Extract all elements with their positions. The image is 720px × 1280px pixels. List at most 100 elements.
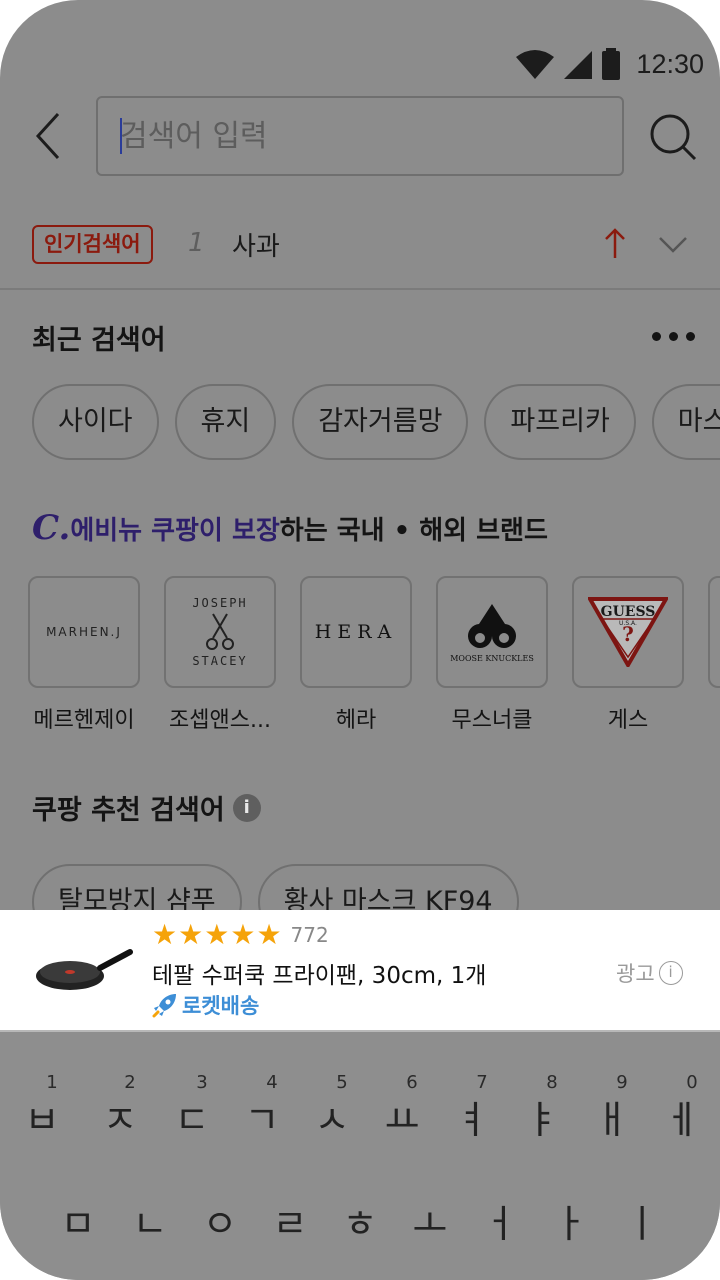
key-number-hint: 4: [266, 1072, 278, 1093]
brand-name: 헤라: [335, 708, 377, 733]
key-number-hint: 3: [196, 1072, 208, 1093]
brand-list: MARHEN.J 메르헨제이 JOSEPH STACEY 조셉앤스... HER…: [28, 576, 720, 734]
star-icon: ★: [230, 918, 256, 951]
scissors-icon: [206, 613, 234, 650]
recent-search-chip[interactable]: 휴지: [174, 384, 277, 460]
key-label: ㅈ: [102, 1098, 138, 1142]
c-avenue-logo: C.: [32, 508, 71, 548]
frying-pan-image: [36, 949, 133, 990]
ad-info-icon[interactable]: i: [658, 961, 683, 985]
info-icon[interactable]: i: [232, 793, 261, 822]
trending-rank: 1: [188, 228, 205, 258]
keyboard-key[interactable]: 6ㅛ: [372, 1072, 432, 1140]
recent-searches-title: 최근 검색어: [32, 325, 166, 356]
search-input[interactable]: [98, 98, 622, 174]
keyboard-key[interactable]: ㅓ: [470, 1204, 530, 1244]
brand-logo-moose-knuckles: MOOSE KNUCKLES: [436, 576, 548, 688]
brand-logo-joseph-stacey: JOSEPH STACEY: [164, 576, 276, 688]
keyboard-key[interactable]: ㄴ: [120, 1204, 180, 1244]
key-label: ㅗ: [412, 1202, 448, 1246]
keyboard-key[interactable]: 9ㅐ: [582, 1072, 642, 1140]
key-label: ㅑ: [524, 1098, 560, 1142]
keyboard-key[interactable]: ㅗ: [400, 1204, 460, 1244]
status-time: 12:30: [636, 48, 704, 79]
recent-search-chip[interactable]: 감자거름망: [292, 384, 469, 460]
keyboard-key[interactable]: ㅇ: [190, 1204, 250, 1244]
key-label: ㅕ: [454, 1098, 490, 1142]
ad-label[interactable]: 광고 i: [616, 958, 683, 988]
key-label: ㅎ: [342, 1202, 378, 1246]
key-label: ㄷ: [174, 1098, 210, 1142]
text-cursor: [120, 118, 122, 154]
section-divider: [0, 288, 720, 290]
chevron-down-icon[interactable]: [656, 226, 690, 262]
brand-name: 메르헨제이: [33, 708, 135, 733]
key-number-hint: 0: [686, 1072, 698, 1093]
recent-search-chip[interactable]: 마스크: [651, 384, 720, 460]
rating-count: 772: [290, 923, 329, 947]
search-icon[interactable]: [648, 112, 698, 162]
keyboard-key[interactable]: ㅎ: [330, 1204, 390, 1244]
keyboard-key[interactable]: ㅏ: [540, 1204, 600, 1244]
star-icon: ★: [152, 918, 178, 951]
key-label: ㅅ: [314, 1098, 350, 1142]
star-icon: ★: [178, 918, 204, 951]
keyboard-key[interactable]: ㅣ: [612, 1204, 672, 1244]
key-label: ㅇ: [202, 1202, 238, 1246]
brand-name: 게스: [607, 708, 649, 733]
keyboard-key[interactable]: 5ㅅ: [302, 1072, 362, 1140]
brand-name: 조셉앤스...: [169, 708, 271, 733]
popular-search-badge: 인기검색어: [32, 225, 153, 264]
keyboard-key[interactable]: 4ㄱ: [232, 1072, 292, 1140]
brand-item-guess[interactable]: ? GUESS U.S.A. 게스: [572, 576, 684, 734]
recent-search-chip[interactable]: 파프리카: [484, 384, 636, 460]
keyboard-key[interactable]: 1ㅂ: [12, 1072, 72, 1140]
signal-icon: [564, 51, 593, 79]
key-label: ㅓ: [482, 1202, 518, 1246]
key-label: ㅛ: [384, 1098, 420, 1142]
keyboard-key[interactable]: 2ㅈ: [90, 1072, 150, 1140]
wifi-icon: [516, 50, 555, 79]
battery-icon: [602, 48, 621, 80]
key-label: ㅔ: [664, 1098, 700, 1142]
brand-item-joseph-stacey[interactable]: JOSEPH STACEY 조셉앤스...: [164, 576, 276, 734]
brand-item-hera[interactable]: HERA 헤라: [300, 576, 412, 734]
recent-search-chips: 사이다 휴지 감자거름망 파프리카 마스크: [32, 384, 720, 460]
trending-keyword[interactable]: 사과: [232, 226, 280, 263]
brand-item-marhenj[interactable]: MARHEN.J 메르헨제이: [28, 576, 140, 734]
rating-stars: ★ ★ ★ ★ ★ 772: [152, 920, 329, 950]
ad-product-title[interactable]: 테팔 수퍼쿡 프라이팬, 30cm, 1개: [152, 956, 486, 990]
keyboard-key[interactable]: ㅁ: [48, 1204, 108, 1244]
brand-logo-guess: ? GUESS U.S.A.: [572, 576, 684, 688]
rocket-icon: [152, 994, 176, 1018]
key-label: ㄹ: [272, 1202, 308, 1246]
key-label: ㅁ: [60, 1202, 96, 1246]
recent-search-chip[interactable]: 사이다: [32, 384, 159, 460]
keyboard-key[interactable]: ㄹ: [260, 1204, 320, 1244]
brand-logo-partial: [708, 576, 720, 688]
recommended-searches-title: 쿠팡 추천 검색어 i: [32, 788, 261, 827]
key-label: ㄱ: [244, 1098, 280, 1142]
key-number-hint: 2: [124, 1072, 136, 1093]
key-label: ㅂ: [24, 1098, 60, 1142]
status-bar: 12:30: [516, 44, 704, 84]
brand-name: 무스너클: [451, 708, 533, 733]
rocket-delivery-badge: 로켓배송: [152, 990, 259, 1020]
key-number-hint: 5: [336, 1072, 348, 1093]
brand-logo-hera: HERA: [300, 576, 412, 688]
keyboard-key[interactable]: 8ㅑ: [512, 1072, 572, 1140]
brand-item-moose-knuckles[interactable]: MOOSE KNUCKLES 무스너클: [436, 576, 548, 734]
search-input-box[interactable]: [96, 96, 624, 176]
brand-logo-marhenj: MARHEN.J: [28, 576, 140, 688]
ad-banner[interactable]: ★ ★ ★ ★ ★ 772 테팔 수퍼쿡 프라이팬, 30cm, 1개 로켓배송…: [0, 910, 720, 1030]
star-icon: ★: [204, 918, 230, 951]
more-options-icon[interactable]: [652, 332, 695, 341]
key-label: ㄴ: [132, 1202, 168, 1246]
korean-keyboard: 1ㅂ2ㅈ3ㄷ4ㄱ5ㅅ6ㅛ7ㅕ8ㅑ9ㅐ0ㅔ ㅁㄴㅇㄹㅎㅗㅓㅏㅣ: [0, 1032, 720, 1280]
back-arrow-icon[interactable]: [30, 108, 70, 164]
keyboard-key[interactable]: 3ㄷ: [162, 1072, 222, 1140]
keyboard-key[interactable]: 7ㅕ: [442, 1072, 502, 1140]
keyboard-key[interactable]: 0ㅔ: [652, 1072, 712, 1140]
brand-item-partial[interactable]: [708, 576, 720, 734]
key-number-hint: 9: [616, 1072, 628, 1093]
